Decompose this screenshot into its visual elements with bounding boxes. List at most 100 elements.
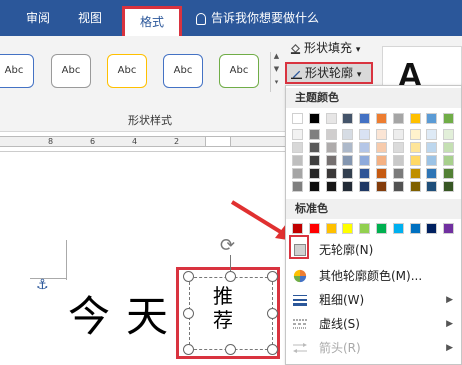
theme-color-swatch[interactable] — [292, 142, 303, 153]
theme-color-swatch[interactable] — [376, 181, 387, 192]
theme-color-swatch[interactable] — [292, 155, 303, 166]
resize-handle[interactable] — [183, 344, 194, 355]
theme-color-swatch[interactable] — [443, 168, 455, 179]
theme-color-swatch[interactable] — [342, 168, 354, 179]
theme-color-swatch[interactable] — [409, 129, 421, 140]
theme-color-swatch[interactable] — [342, 129, 354, 140]
gallery-more-icon[interactable]: ▾ — [271, 78, 282, 91]
gallery-scroller[interactable]: ▲ ▼ ▾ — [270, 52, 282, 92]
theme-color-swatch[interactable] — [308, 168, 320, 179]
theme-color-swatch[interactable] — [325, 113, 337, 124]
theme-color-swatch[interactable] — [359, 155, 371, 166]
theme-color-swatch[interactable] — [376, 129, 387, 140]
menu-item-dash[interactable]: 虚线(S) ▶ — [286, 312, 461, 336]
tab-view[interactable]: 视图 — [66, 0, 114, 36]
shape-style-item[interactable]: Abc — [0, 54, 34, 88]
resize-handle[interactable] — [267, 344, 278, 355]
resize-handle[interactable] — [183, 308, 194, 319]
theme-color-swatch[interactable] — [308, 113, 320, 124]
resize-handle[interactable] — [183, 271, 194, 282]
shape-outline-button[interactable]: 形状轮廓 ▾ — [285, 62, 373, 84]
theme-color-swatch[interactable] — [325, 168, 337, 179]
theme-color-swatch[interactable] — [342, 142, 354, 153]
theme-color-swatch[interactable] — [359, 168, 371, 179]
theme-color-swatch[interactable] — [443, 155, 455, 166]
theme-color-swatch[interactable] — [392, 129, 404, 140]
tab-review[interactable]: 审阅 — [14, 0, 62, 36]
standard-color-swatch[interactable] — [409, 223, 421, 234]
standard-color-swatch[interactable] — [292, 223, 303, 234]
theme-color-swatch[interactable] — [443, 113, 455, 124]
theme-color-swatch[interactable] — [392, 113, 404, 124]
standard-color-swatch[interactable] — [325, 223, 337, 234]
shape-text[interactable]: 推 荐 — [205, 284, 241, 332]
menu-item-more-colors[interactable]: 其他轮廓颜色(M)... — [286, 264, 461, 288]
theme-color-swatch[interactable] — [342, 181, 354, 192]
tab-format[interactable]: 格式 — [122, 6, 182, 36]
resize-handle[interactable] — [225, 344, 236, 355]
standard-color-swatch[interactable] — [376, 223, 387, 234]
shape-style-item[interactable]: Abc — [163, 54, 203, 88]
anchor-icon[interactable]: ⚓ — [36, 277, 49, 293]
theme-color-swatch[interactable] — [359, 129, 371, 140]
shape-style-item[interactable]: Abc — [107, 54, 147, 88]
standard-color-swatch[interactable] — [392, 223, 404, 234]
theme-color-swatch[interactable] — [325, 181, 337, 192]
theme-color-swatch[interactable] — [426, 168, 438, 179]
theme-color-swatch[interactable] — [392, 142, 404, 153]
standard-color-swatch[interactable] — [308, 223, 320, 234]
theme-color-swatch[interactable] — [292, 168, 303, 179]
standard-color-swatch[interactable] — [342, 223, 354, 234]
theme-color-swatch[interactable] — [325, 142, 337, 153]
theme-color-swatch[interactable] — [308, 129, 320, 140]
theme-color-swatch[interactable] — [426, 142, 438, 153]
standard-color-swatch[interactable] — [443, 223, 455, 234]
shape-fill-button[interactable]: 形状填充 ▾ — [290, 38, 360, 58]
theme-color-swatch[interactable] — [292, 129, 303, 140]
theme-color-swatch[interactable] — [342, 155, 354, 166]
scroll-down-icon[interactable]: ▼ — [271, 65, 282, 78]
theme-color-swatch[interactable] — [325, 129, 337, 140]
theme-color-swatch[interactable] — [409, 168, 421, 179]
theme-color-swatch[interactable] — [376, 168, 387, 179]
theme-color-swatch[interactable] — [325, 155, 337, 166]
menu-item-weight[interactable]: 粗细(W) ▶ — [286, 288, 461, 312]
theme-color-swatch[interactable] — [409, 142, 421, 153]
shape-style-item[interactable]: Abc — [51, 54, 91, 88]
theme-color-swatch[interactable] — [426, 113, 438, 124]
theme-color-swatch[interactable] — [359, 181, 371, 192]
theme-color-swatch[interactable] — [409, 181, 421, 192]
theme-color-swatch[interactable] — [426, 181, 438, 192]
ruler-indent-area[interactable] — [205, 136, 231, 147]
resize-handle[interactable] — [267, 308, 278, 319]
tell-me-search[interactable]: 告诉我你想要做什么 — [196, 0, 319, 36]
theme-color-swatch[interactable] — [426, 155, 438, 166]
theme-color-swatch[interactable] — [392, 155, 404, 166]
theme-color-swatch[interactable] — [376, 113, 387, 124]
theme-color-swatch[interactable] — [443, 181, 455, 192]
theme-color-swatch[interactable] — [359, 113, 371, 124]
theme-color-swatch[interactable] — [443, 129, 455, 140]
theme-color-swatch[interactable] — [292, 113, 303, 124]
theme-color-swatch[interactable] — [392, 168, 404, 179]
theme-color-swatch[interactable] — [308, 142, 320, 153]
theme-color-swatch[interactable] — [409, 155, 421, 166]
resize-handle[interactable] — [225, 271, 236, 282]
theme-color-swatch[interactable] — [292, 181, 303, 192]
theme-color-swatch[interactable] — [426, 129, 438, 140]
theme-color-swatch[interactable] — [392, 181, 404, 192]
theme-color-swatch[interactable] — [376, 142, 387, 153]
menu-item-no-outline[interactable]: 无轮廓(N) — [286, 238, 461, 262]
standard-color-swatch[interactable] — [359, 223, 371, 234]
theme-color-swatch[interactable] — [308, 181, 320, 192]
scroll-up-icon[interactable]: ▲ — [271, 52, 282, 65]
theme-color-swatch[interactable] — [342, 113, 354, 124]
theme-color-swatch[interactable] — [376, 155, 387, 166]
standard-color-swatch[interactable] — [426, 223, 438, 234]
theme-color-swatch[interactable] — [359, 142, 371, 153]
theme-color-swatch[interactable] — [409, 113, 421, 124]
resize-handle[interactable] — [267, 271, 278, 282]
theme-color-swatch[interactable] — [308, 155, 320, 166]
shape-style-item[interactable]: Abc — [219, 54, 259, 88]
theme-color-swatch[interactable] — [443, 142, 455, 153]
